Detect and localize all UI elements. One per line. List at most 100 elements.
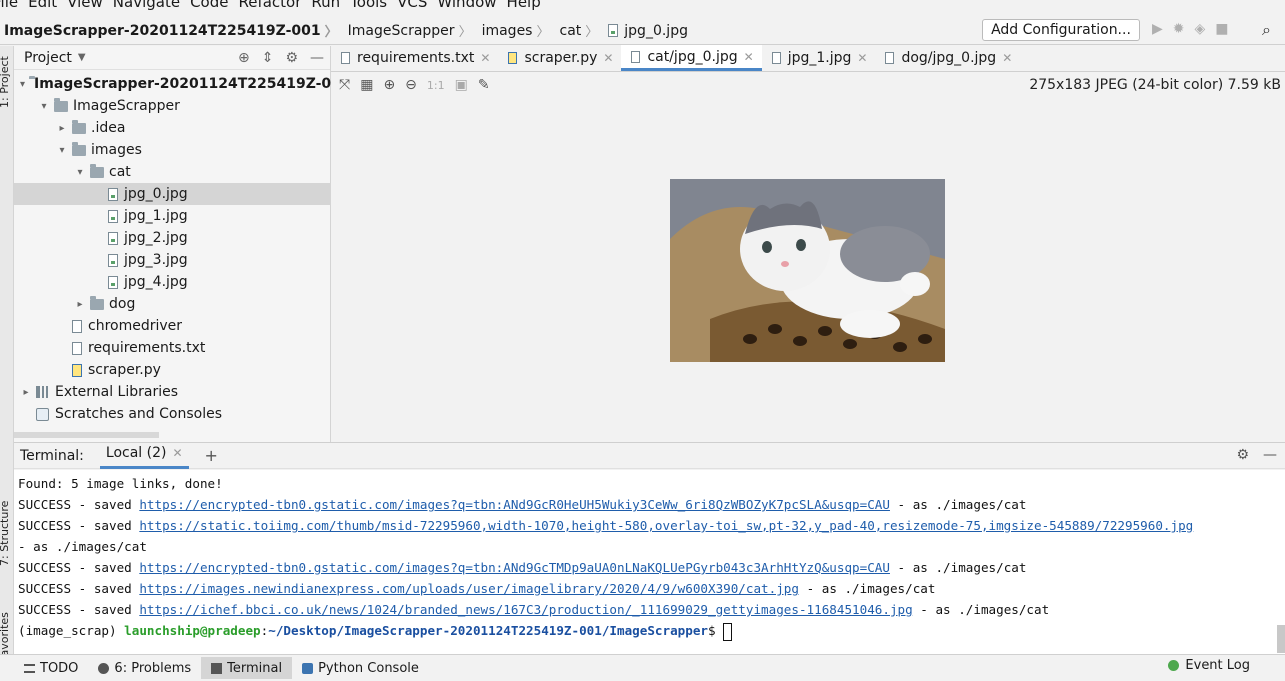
- close-icon[interactable]: ✕: [480, 51, 490, 65]
- expand-arrow-icon[interactable]: ▸: [56, 123, 68, 134]
- list-icon: [24, 663, 35, 673]
- tree-item[interactable]: ▾ ImageScrapper: [14, 95, 331, 117]
- expand-arrow-icon[interactable]: ▾: [74, 167, 86, 178]
- event-log-button[interactable]: Event Log: [1168, 658, 1250, 673]
- terminal-prompt[interactable]: (image_scrap) launchship@pradeep:~/Deskt…: [18, 620, 1281, 641]
- python-console-tool-button[interactable]: Python Console: [292, 657, 429, 679]
- terminal-line: SUCCESS - saved https://encrypted-tbn0.g…: [18, 494, 1281, 515]
- project-tool-tab[interactable]: 1: Project: [0, 56, 11, 108]
- menu-item-window[interactable]: Window: [437, 0, 496, 11]
- tree-item[interactable]: ▸ dog: [14, 293, 331, 315]
- close-icon[interactable]: ✕: [603, 51, 613, 65]
- menu-item-edit[interactable]: Edit: [28, 0, 57, 11]
- breadcrumb-item[interactable]: images 〉: [478, 21, 556, 41]
- search-icon[interactable]: ⌕: [1262, 20, 1271, 40]
- expand-arrow-icon[interactable]: ▾: [56, 145, 68, 156]
- problems-tool-button[interactable]: 6: Problems: [88, 657, 201, 679]
- tree-item[interactable]: chromedriver: [14, 315, 331, 337]
- menu-item-view[interactable]: View: [67, 0, 103, 11]
- project-view-selector[interactable]: Project: [24, 50, 72, 66]
- menu-item-tools[interactable]: Tools: [350, 0, 387, 11]
- color-picker-icon[interactable]: ✎: [478, 77, 490, 93]
- tree-item[interactable]: ▾ images: [14, 139, 331, 161]
- editor-tab[interactable]: dog/jpg_0.jpg ✕: [875, 45, 1020, 71]
- tree-item[interactable]: jpg_4.jpg: [14, 271, 331, 293]
- fit-zoom-icon[interactable]: ▣: [455, 77, 468, 93]
- stop-icon[interactable]: ■: [1215, 21, 1228, 37]
- tree-item[interactable]: jpg_3.jpg: [14, 249, 331, 271]
- terminal-tool-button[interactable]: Terminal: [201, 657, 293, 679]
- close-icon[interactable]: ✕: [857, 51, 867, 65]
- debug-icon[interactable]: ✹: [1173, 21, 1185, 37]
- expand-arrow-icon[interactable]: ▾: [20, 79, 25, 90]
- terminal-url-link[interactable]: https://images.newindianexpress.com/uplo…: [139, 581, 799, 596]
- close-icon[interactable]: ✕: [744, 50, 754, 64]
- actual-size-button[interactable]: 1:1: [427, 79, 445, 92]
- menu-item-refactor[interactable]: Refactor: [238, 0, 301, 11]
- new-terminal-icon[interactable]: +: [205, 446, 218, 465]
- terminal-url-link[interactable]: https://encrypted-tbn0.gstatic.com/image…: [139, 560, 890, 575]
- editor-tab[interactable]: jpg_1.jpg ✕: [762, 45, 876, 71]
- menu-item-code[interactable]: Code: [190, 0, 228, 11]
- menu-item-vcs[interactable]: VCS: [397, 0, 427, 11]
- tree-item-label: External Libraries: [55, 384, 178, 400]
- expand-arrow-icon[interactable]: ▾: [38, 101, 50, 112]
- terminal-scrollbar[interactable]: [1277, 625, 1285, 653]
- breadcrumb-item[interactable]: ImageScrapper-20201124T225419Z-001 〉: [0, 21, 344, 41]
- menu-item-file[interactable]: File: [0, 0, 18, 11]
- fit-icon[interactable]: ⤧: [339, 77, 350, 93]
- terminal-url-link[interactable]: https://ichef.bbci.co.uk/news/1024/brand…: [139, 602, 912, 617]
- expand-arrow-icon[interactable]: ▸: [74, 299, 86, 310]
- run-icon[interactable]: ▶: [1152, 21, 1163, 37]
- gear-icon[interactable]: ⚙: [1236, 447, 1249, 463]
- editor-tab[interactable]: cat/jpg_0.jpg ✕: [621, 45, 762, 71]
- tree-item[interactable]: ▾ cat: [14, 161, 331, 183]
- expand-arrow-icon[interactable]: ▸: [20, 387, 32, 398]
- structure-tool-tab[interactable]: 7: Structure: [0, 501, 11, 566]
- file-icon: [885, 52, 895, 64]
- todo-tool-button[interactable]: TODO: [14, 657, 88, 679]
- terminal-tab-local[interactable]: Local (2) ✕: [99, 442, 189, 469]
- minimize-icon[interactable]: —: [1263, 447, 1277, 463]
- tree-item[interactable]: ▸ External Libraries: [14, 381, 331, 403]
- add-configuration-button[interactable]: Add Configuration...: [982, 19, 1140, 41]
- locate-icon[interactable]: ⊕: [238, 50, 250, 66]
- tree-item[interactable]: ▾ ImageScrapper-20201124T225419Z-001: [14, 73, 351, 95]
- horizontal-scrollbar[interactable]: [14, 432, 159, 438]
- editor-tabs: requirements.txt ✕ scraper.py ✕ cat/jpg_0.jp…: [331, 45, 1285, 72]
- terminal-output[interactable]: Found: 5 image links, done! SUCCESS - sav…: [14, 470, 1285, 654]
- minimize-icon[interactable]: —: [310, 50, 324, 66]
- editor-tab[interactable]: requirements.txt ✕: [331, 45, 498, 71]
- tree-item[interactable]: jpg_1.jpg: [14, 205, 331, 227]
- breadcrumb-item[interactable]: ImageScrapper 〉: [344, 21, 478, 41]
- zoom-out-icon[interactable]: ⊖: [405, 77, 417, 93]
- prompt-path: ~/Desktop/ImageScrapper-20201124T225419Z…: [268, 623, 708, 638]
- close-icon[interactable]: ✕: [172, 446, 182, 460]
- terminal-url-link[interactable]: https://static.toiimg.com/thumb/msid-722…: [139, 518, 1193, 533]
- terminal-url-link[interactable]: https://encrypted-tbn0.gstatic.com/image…: [139, 497, 890, 512]
- tree-item-label: cat: [109, 164, 131, 180]
- prompt-end: $: [708, 623, 724, 638]
- tree-item[interactable]: Scratches and Consoles: [14, 403, 331, 425]
- terminal-text: - as ./images/cat: [889, 560, 1027, 575]
- python-file-icon: [72, 363, 82, 377]
- tree-item[interactable]: jpg_0.jpg: [14, 183, 331, 205]
- breadcrumb-item[interactable]: jpg_0.jpg: [604, 21, 688, 40]
- tree-item[interactable]: ▸ .idea: [14, 117, 331, 139]
- chevron-down-icon[interactable]: ▼: [78, 52, 86, 63]
- menu-item-help[interactable]: Help: [507, 0, 541, 11]
- gear-icon[interactable]: ⚙: [285, 50, 298, 66]
- collapse-icon[interactable]: ⇕: [262, 50, 274, 66]
- tree-item[interactable]: requirements.txt: [14, 337, 331, 359]
- tree-item[interactable]: scraper.py: [14, 359, 331, 381]
- menu-item-run[interactable]: Run: [311, 0, 340, 11]
- editor-tab[interactable]: scraper.py ✕: [498, 45, 621, 71]
- zoom-in-icon[interactable]: ⊕: [383, 77, 395, 93]
- tree-item[interactable]: jpg_2.jpg: [14, 227, 331, 249]
- menu-item-navigate[interactable]: Navigate: [113, 0, 180, 11]
- grid-icon[interactable]: ▦: [360, 77, 373, 93]
- menu-bar: File Edit View Navigate Code Refactor Run Tools…: [0, 0, 1285, 11]
- close-icon[interactable]: ✕: [1002, 51, 1012, 65]
- coverage-icon[interactable]: ◈: [1195, 21, 1206, 37]
- breadcrumb-item[interactable]: cat 〉: [556, 21, 605, 41]
